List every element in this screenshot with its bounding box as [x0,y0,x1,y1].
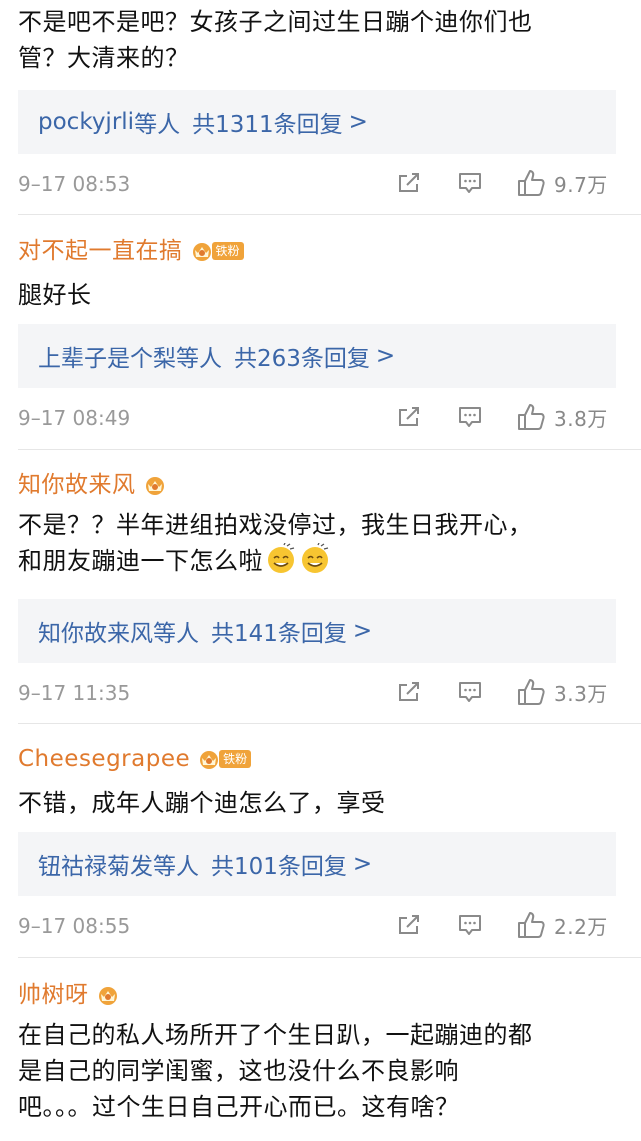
comment-item: 对不起一直在搞 铁粉 腿好长 上辈子是个梨 等人 共263条回复 > 9–17 … [0,215,641,450]
like-count: 9.7万 [554,172,608,197]
thumbs-up-icon [518,404,545,430]
reply-arrow: > [348,109,368,135]
reply-summary-link[interactable]: 上辈子是个梨 等人 共263条回复 > [18,324,616,388]
comment-text: 腿好长 [18,277,627,313]
reply-suffix: 等人 [134,112,181,138]
like-button[interactable]: 2.2万 [516,910,608,940]
reply-count[interactable]: 共263条回复 [234,339,370,373]
reply-count[interactable]: 共101条回复 [211,847,347,881]
comment-text: 不错，成年人蹦个迪怎么了，享受 [18,785,627,821]
comment-header: 帅树呀 [18,979,121,1011]
reply-arrow: > [375,343,396,369]
reply-usernames[interactable]: 上辈子是个梨 [38,339,176,373]
comment-text-line: 管？大清来的？ [18,44,190,72]
repost-icon [399,173,419,192]
reply-arrow: > [352,851,373,877]
fan-badge-label: 铁粉 [219,750,252,768]
fan-badge-label: 铁粉 [211,242,244,260]
comment-text-line: 吧。。。过个生日自己开心而已。这有啥？ [18,1093,460,1121]
comment-username[interactable]: Cheesegrapee [18,743,190,775]
reply-count[interactable]: 共141条回复 [211,614,347,648]
fan-crown-badge-icon [192,243,211,261]
comment-text: 不是？？半年进组拍戏没停过，我生日我开心， 和朋友蹦迪一下怎么啦 [18,507,627,579]
reply-usernames[interactable]: 知你故来风 [38,614,153,648]
sweat-smile-emoji [302,543,329,573]
reply-suffix: 等人 [153,621,199,647]
repost-icon [399,407,419,426]
reply-suffix: 等人 [176,346,222,372]
comment-item: 帅树呀 在自己的私人场所开了个生日趴，一起蹦迪的都 是自己的同学闺蜜，这也没什么… [0,957,641,1141]
comment-text-line: 不错，成年人蹦个迪怎么了，享受 [18,789,386,817]
fan-badge [142,474,168,496]
comment-text-line: 是自己的同学闺蜜，这也没什么不良影响 [18,1057,459,1085]
comment-username[interactable]: 对不起一直在搞 [18,235,183,267]
like-count: 2.2万 [554,914,608,939]
comment-username[interactable]: 知你故来风 [18,469,136,501]
fan-badge: 铁粉 [189,240,244,262]
comment-footer: 9–17 08:53 9.7万 [18,166,615,202]
comment-button[interactable] [457,404,483,430]
reply-summary-link[interactable]: pockyjrli 等人 共1311条回复 > [18,90,616,154]
comment-feed: 不是吧不是吧？女孩子之间过生日蹦个迪你们也 管？大清来的？ pockyjrli … [0,0,641,1141]
comment-icon [459,173,481,193]
reply-usernames[interactable]: 钮祜禄菊发 [38,847,153,881]
comment-text-line: 和朋友蹦迪一下怎么啦 [18,543,627,579]
reply-count[interactable]: 共1311条回复 [192,105,343,139]
comment-button[interactable] [457,170,483,196]
comment-icon [459,682,481,702]
reply-suffix: 等人 [153,854,199,880]
fan-crown-badge-icon [98,987,117,1005]
comment-icon [459,915,481,935]
repost-button[interactable] [396,170,422,196]
comment-footer: 9–17 08:55 2.2万 [18,908,615,944]
fan-crown-badge-icon [145,477,164,495]
comment-text: 在自己的私人场所开了个生日趴，一起蹦迪的都 是自己的同学闺蜜，这也没什么不良影响… [18,1017,627,1125]
repost-button[interactable] [396,912,422,938]
comment-item: 知你故来风 不是？？半年进组拍戏没停过，我生日我开心， 和朋友蹦迪一下怎么啦 知… [0,449,641,724]
comment-footer: 9–17 11:35 3.3万 [18,675,615,711]
comment-icon [459,407,481,427]
comment-item: 不是吧不是吧？女孩子之间过生日蹦个迪你们也 管？大清来的？ pockyjrli … [0,0,641,215]
like-button[interactable]: 9.7万 [516,168,608,198]
like-button[interactable]: 3.3万 [516,677,608,707]
thumbs-up-icon [518,679,545,705]
repost-button[interactable] [396,404,422,430]
thumbs-up-icon [518,912,545,938]
like-count: 3.8万 [554,406,608,431]
comment-text-line: 腿好长 [18,281,92,309]
reply-summary-link[interactable]: 知你故来风 等人 共141条回复 > [18,599,616,663]
comment-button[interactable] [457,679,483,705]
comment-header: 对不起一直在搞 铁粉 [18,235,244,267]
comment-username[interactable]: 帅树呀 [18,979,89,1011]
repost-button[interactable] [396,679,422,705]
reply-usernames[interactable]: pockyjrli [38,109,134,135]
comment-text-line: 不是？？半年进组拍戏没停过，我生日我开心， [18,511,533,539]
comment-text: 不是吧不是吧？女孩子之间过生日蹦个迪你们也 管？大清来的？ [18,4,627,76]
comment-text-line-content: 和朋友蹦迪一下怎么啦 [18,547,263,575]
comment-text-line: 不是吧不是吧？女孩子之间过生日蹦个迪你们也 [18,8,533,36]
sweat-smile-emoji [268,543,295,573]
like-count: 3.3万 [554,681,608,706]
comment-text-line: 在自己的私人场所开了个生日趴，一起蹦迪的都 [18,1021,533,1049]
comment-item: Cheesegrapee 铁粉 不错，成年人蹦个迪怎么了，享受 钮祜禄菊发 等人… [0,723,641,958]
thumbs-up-icon [518,170,545,196]
fan-badge: 铁粉 [196,748,252,770]
repost-icon [399,682,419,701]
reply-arrow: > [352,618,373,644]
reply-summary-link[interactable]: 钮祜禄菊发 等人 共101条回复 > [18,832,616,896]
like-button[interactable]: 3.8万 [516,402,608,432]
comment-button[interactable] [457,912,483,938]
fan-badge [95,984,121,1006]
comment-header: 知你故来风 [18,469,168,501]
comment-header: Cheesegrapee 铁粉 [18,743,252,775]
repost-icon [399,915,419,934]
comment-footer: 9–17 08:49 3.8万 [18,400,615,436]
